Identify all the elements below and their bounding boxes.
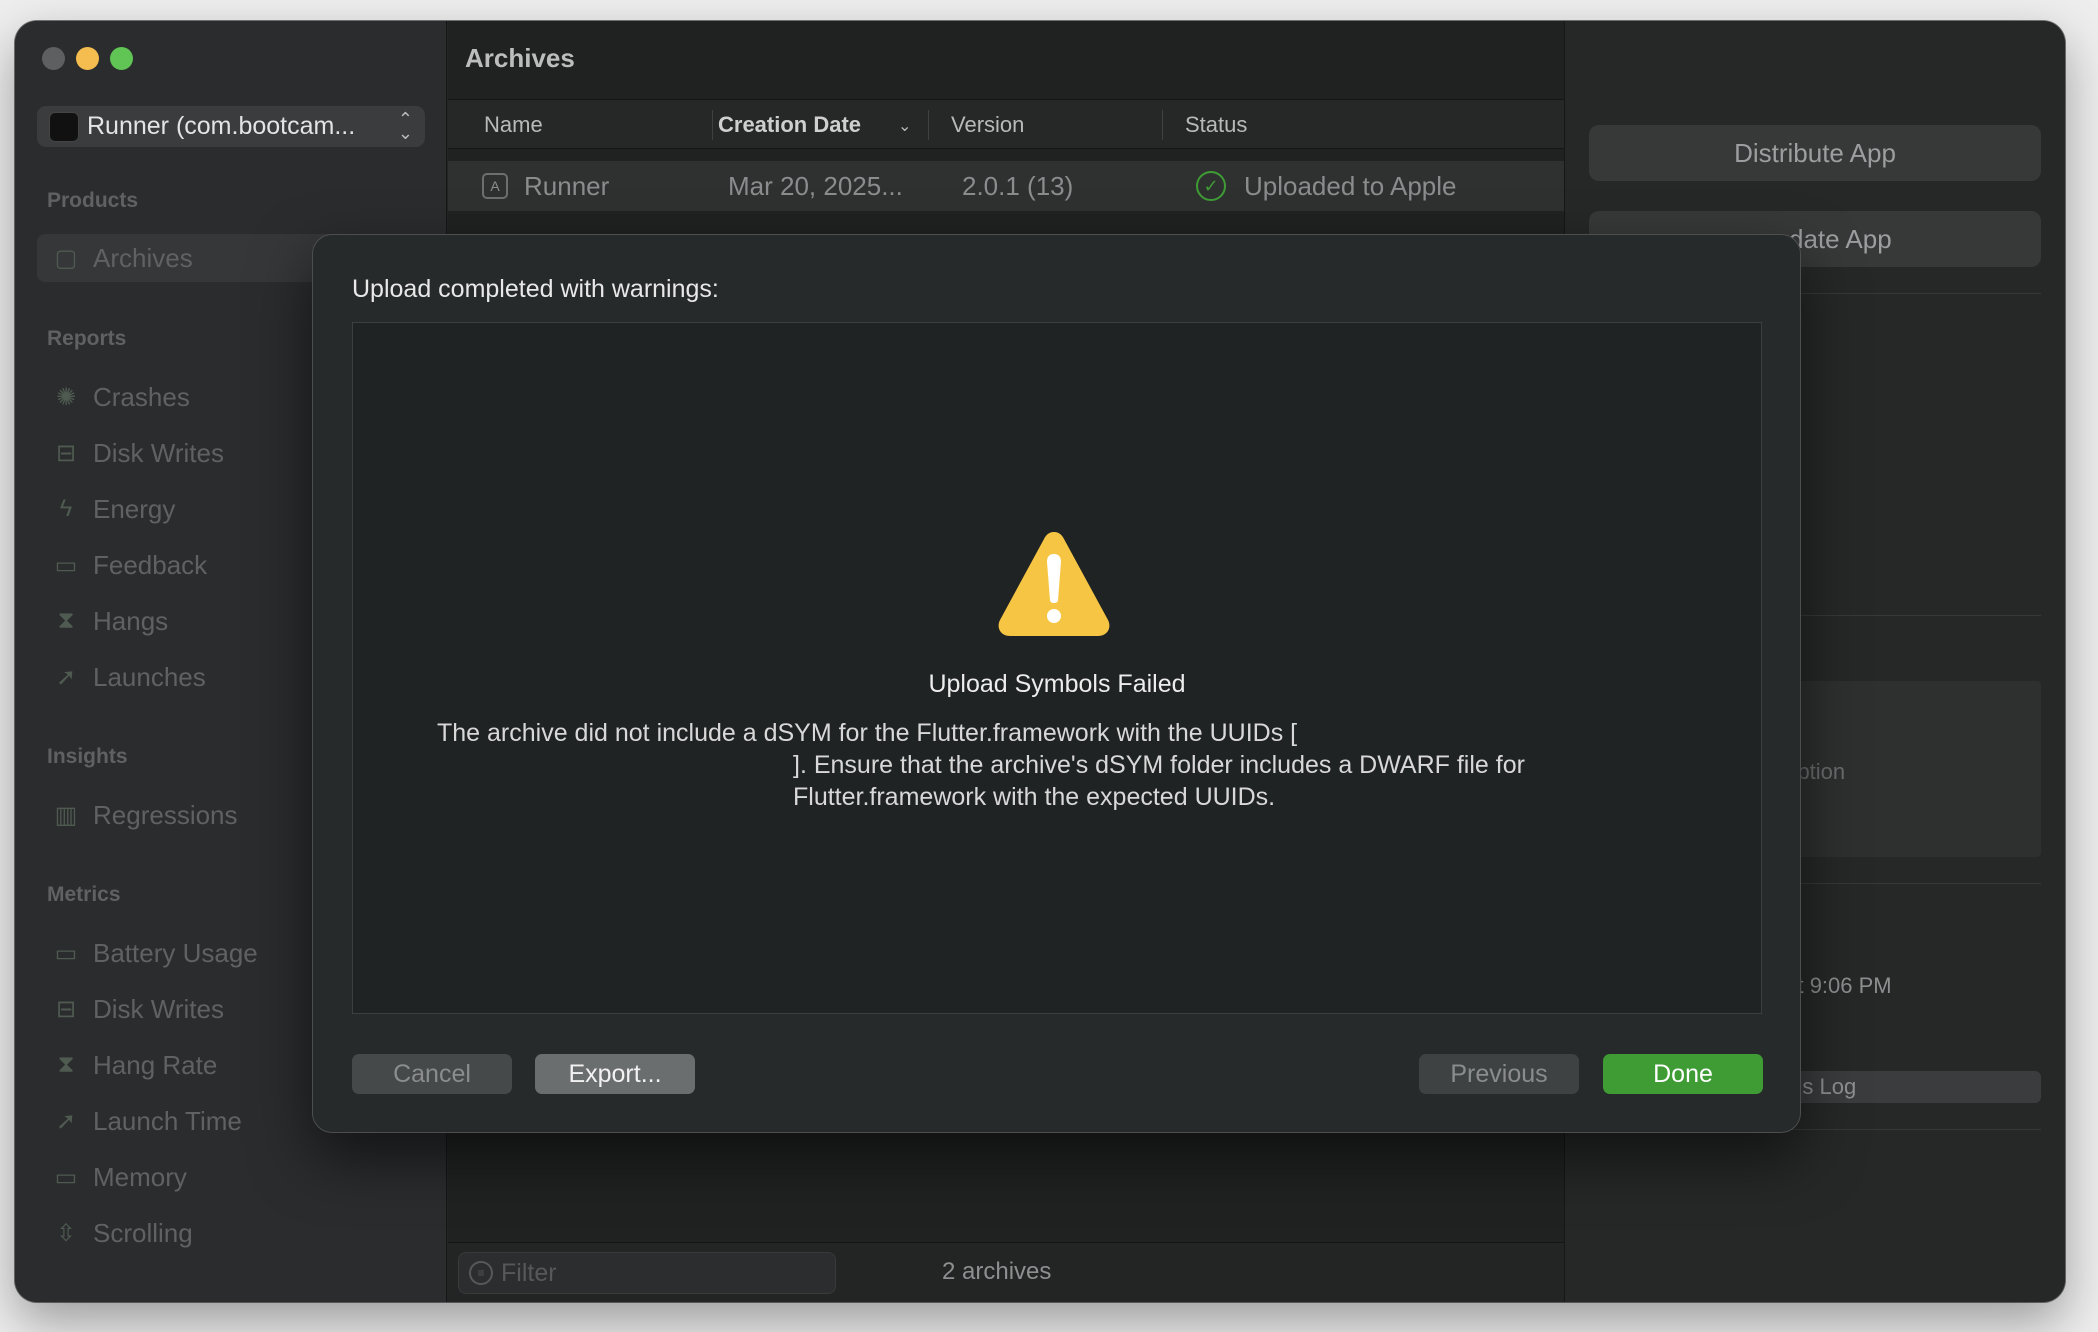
hourglass-icon: ⧗ — [57, 1051, 75, 1078]
sort-chevron-down-icon: ⌄ — [898, 118, 912, 135]
section-insights: Insights — [47, 745, 128, 768]
sidebar-item-label: Hang Rate — [93, 1049, 218, 1080]
row-status: Uploaded to Apple — [1244, 171, 1457, 201]
filter-icon: ≡ — [469, 1261, 493, 1285]
upload-warning-sheet: Upload completed with warnings: Upload S… — [312, 234, 1801, 1133]
archives-footer: ≡ Filter 2 archives — [448, 1242, 1564, 1302]
speech-bubble-icon: ▭ — [54, 551, 78, 579]
section-products: Products — [47, 189, 139, 212]
sidebar-item-label: Launch Time — [93, 1105, 242, 1136]
warning-message: The archive did not include a dSYM for t… — [437, 717, 1525, 813]
table-row[interactable]: A Runner Mar 20, 2025... 2.0.1 (13) ✓ Up… — [448, 161, 1564, 211]
warning-message-line: The archive did not include a dSYM for t… — [437, 719, 1298, 747]
sidebar-item-label: Hangs — [93, 605, 169, 636]
xcode-organizer-window: Runner (com.bootcam... ⌃ ⌄ Products ▢ Arc… — [15, 21, 2065, 1302]
bar-chart-icon: ▥ — [54, 801, 78, 829]
disk-icon: ⊟ — [55, 995, 77, 1023]
page-title: Archives — [465, 43, 575, 73]
warning-message-line: ]. Ensure that the archive's dSYM folder… — [793, 751, 1525, 779]
scheme-label: Runner (com.bootcam... — [87, 112, 356, 140]
section-reports: Reports — [47, 327, 127, 350]
row-date: Mar 20, 2025... — [728, 171, 903, 201]
disk-icon: ⊟ — [55, 439, 77, 467]
minimize-window-button[interactable] — [76, 47, 99, 70]
zoom-window-button[interactable] — [110, 47, 133, 70]
sidebar-item-label: Disk Writes — [93, 993, 224, 1024]
done-button[interactable]: Done — [1603, 1054, 1763, 1094]
warning-panel: Upload Symbols Failed The archive did no… — [352, 322, 1762, 1014]
column-separator — [1162, 110, 1163, 140]
crash-icon: ✺ — [55, 383, 77, 411]
checkmark-circle-icon: ✓ — [1196, 171, 1226, 201]
row-version: 2.0.1 (13) — [962, 171, 1074, 201]
sidebar-item-label: Archives — [93, 242, 193, 273]
rocket-icon: ➚ — [55, 663, 77, 691]
sidebar-item-label: Memory — [93, 1161, 187, 1192]
sidebar-item-label: Battery Usage — [93, 937, 258, 968]
sidebar-item-label: Launches — [93, 661, 206, 692]
window-controls — [42, 47, 133, 70]
hourglass-icon: ⧗ — [57, 607, 75, 634]
chevron-updown-icon: ⌃ ⌄ — [397, 109, 413, 143]
filter-placeholder: Filter — [501, 1258, 557, 1287]
column-status[interactable]: Status — [1185, 112, 1247, 138]
battery-icon: ▭ — [54, 939, 78, 967]
warning-title: Upload Symbols Failed — [928, 670, 1186, 698]
column-separator — [928, 110, 929, 140]
warning-message-line: Flutter.framework with the expected UUID… — [793, 783, 1276, 811]
sidebar-item-memory[interactable]: ▭ Memory — [37, 1153, 425, 1201]
sidebar-item-scrolling[interactable]: ⇳ Scrolling — [37, 1209, 425, 1257]
sidebar-item-label: Regressions — [93, 799, 238, 830]
table-header: Name Creation Date ⌄ Version Status — [448, 99, 1564, 149]
distribute-app-button[interactable]: Distribute App — [1589, 125, 2041, 181]
sidebar-item-label: Scrolling — [93, 1217, 193, 1248]
column-separator — [712, 110, 713, 140]
scroll-icon: ⇳ — [55, 1219, 77, 1247]
close-window-button[interactable] — [42, 47, 65, 70]
bolt-icon: ϟ — [59, 495, 73, 522]
archive-icon: A — [482, 173, 508, 199]
warning-triangle-icon — [998, 532, 1110, 636]
column-creation-date[interactable]: Creation Date — [718, 112, 861, 138]
sidebar-item-label: Energy — [93, 493, 176, 524]
row-name: Runner — [524, 171, 610, 201]
sidebar-item-label: Feedback — [93, 549, 208, 580]
archive-icon: ▢ — [54, 244, 78, 272]
cancel-button[interactable]: Cancel — [352, 1054, 512, 1094]
section-metrics: Metrics — [47, 883, 121, 906]
sheet-title: Upload completed with warnings: — [352, 275, 719, 303]
rocket-icon: ➚ — [55, 1107, 77, 1135]
column-version[interactable]: Version — [951, 112, 1024, 138]
export-button[interactable]: Export... — [535, 1054, 695, 1094]
previous-button[interactable]: Previous — [1419, 1054, 1579, 1094]
scheme-selector[interactable]: Runner (com.bootcam... ⌃ ⌄ — [37, 106, 425, 147]
sidebar-item-label: Disk Writes — [93, 437, 224, 468]
memory-chip-icon: ▭ — [54, 1163, 78, 1191]
archive-count: 2 archives — [942, 1258, 1052, 1285]
filter-field[interactable]: ≡ Filter — [458, 1252, 836, 1294]
column-name[interactable]: Name — [484, 112, 543, 138]
app-icon — [49, 111, 79, 142]
sidebar-item-label: Crashes — [93, 381, 190, 412]
